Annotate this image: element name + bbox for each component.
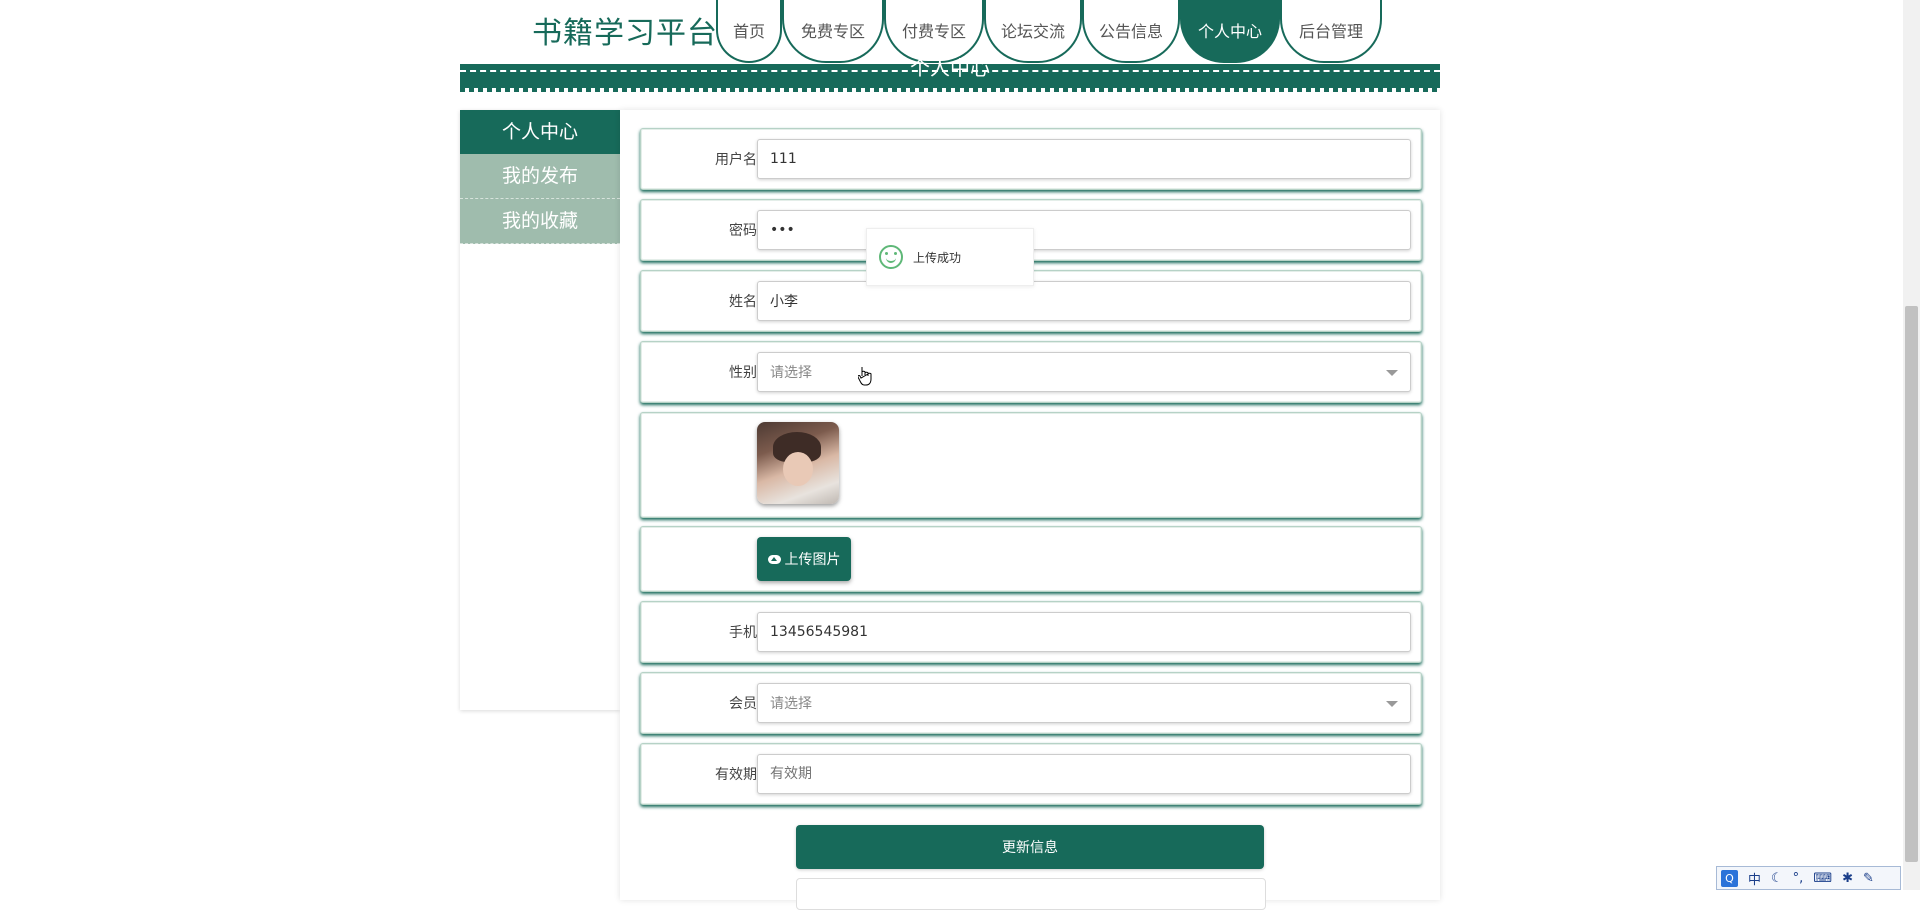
sidebar-item-my-posts[interactable]: 我的发布	[460, 154, 620, 199]
name-input[interactable]	[757, 281, 1411, 321]
scrollbar-thumb[interactable]	[1905, 306, 1918, 862]
sidebar-item-my-favorites[interactable]: 我的收藏	[460, 199, 620, 244]
toast-message: 上传成功	[913, 250, 962, 265]
form-row-expiry: 有效期	[640, 743, 1422, 805]
username-input[interactable]	[757, 139, 1411, 179]
name-label: 姓名	[729, 294, 757, 310]
tool-icon[interactable]: ✎	[1863, 871, 1874, 886]
ime-logo-icon[interactable]: Q	[1721, 869, 1738, 887]
member-select[interactable]: 请选择	[757, 683, 1411, 723]
form-row-upload: 上传图片	[640, 526, 1422, 592]
member-select-value: 请选择	[770, 696, 812, 712]
smile-icon	[879, 245, 903, 269]
sidebar: 个人中心 我的发布 我的收藏	[460, 110, 620, 710]
success-toast: 上传成功	[866, 228, 1034, 286]
phone-input[interactable]	[757, 612, 1411, 652]
secondary-button[interactable]	[796, 878, 1266, 910]
page-banner: 个人中心	[460, 56, 1440, 92]
ime-language-mode[interactable]: 中	[1748, 869, 1761, 888]
gender-label: 性别	[729, 365, 757, 381]
password-label: 密码	[729, 223, 757, 239]
settings-icon[interactable]: ✱	[1842, 871, 1853, 886]
expiry-input[interactable]	[757, 754, 1411, 794]
gender-select-value: 请选择	[770, 365, 812, 381]
username-label: 用户名	[715, 152, 757, 168]
ime-toolbar[interactable]: Q 中 ☾ °, ⌨ ✱ ✎	[1716, 866, 1901, 890]
page-title: 个人中心	[910, 56, 990, 80]
form-row-avatar	[640, 412, 1422, 518]
password-input[interactable]: •••	[757, 210, 1411, 250]
form-row-gender: 性别 请选择	[640, 341, 1422, 403]
moon-icon[interactable]: ☾	[1771, 871, 1783, 886]
expiry-label: 有效期	[715, 767, 757, 783]
avatar-image	[757, 422, 839, 504]
form-row-phone: 手机	[640, 601, 1422, 663]
chevron-down-icon	[1386, 701, 1398, 707]
gender-select[interactable]: 请选择	[757, 352, 1411, 392]
sidebar-item-personal-center[interactable]: 个人中心	[460, 110, 620, 154]
form-row-member: 会员 请选择	[640, 672, 1422, 734]
update-info-button[interactable]: 更新信息	[796, 825, 1264, 869]
upload-image-button[interactable]: 上传图片	[757, 537, 851, 581]
keyboard-icon[interactable]: ⌨	[1813, 871, 1832, 886]
site-logo-text: 书籍学习平台	[532, 16, 718, 51]
chevron-down-icon	[1386, 370, 1398, 376]
page-scrollbar[interactable]	[1903, 0, 1920, 890]
cloud-upload-icon	[767, 554, 781, 564]
member-label: 会员	[729, 696, 757, 712]
form-row-username: 用户名	[640, 128, 1422, 190]
hand-cursor-icon	[858, 367, 872, 386]
phone-label: 手机	[729, 625, 757, 641]
punctuation-icon[interactable]: °,	[1793, 871, 1804, 886]
upload-image-label: 上传图片	[784, 552, 841, 568]
